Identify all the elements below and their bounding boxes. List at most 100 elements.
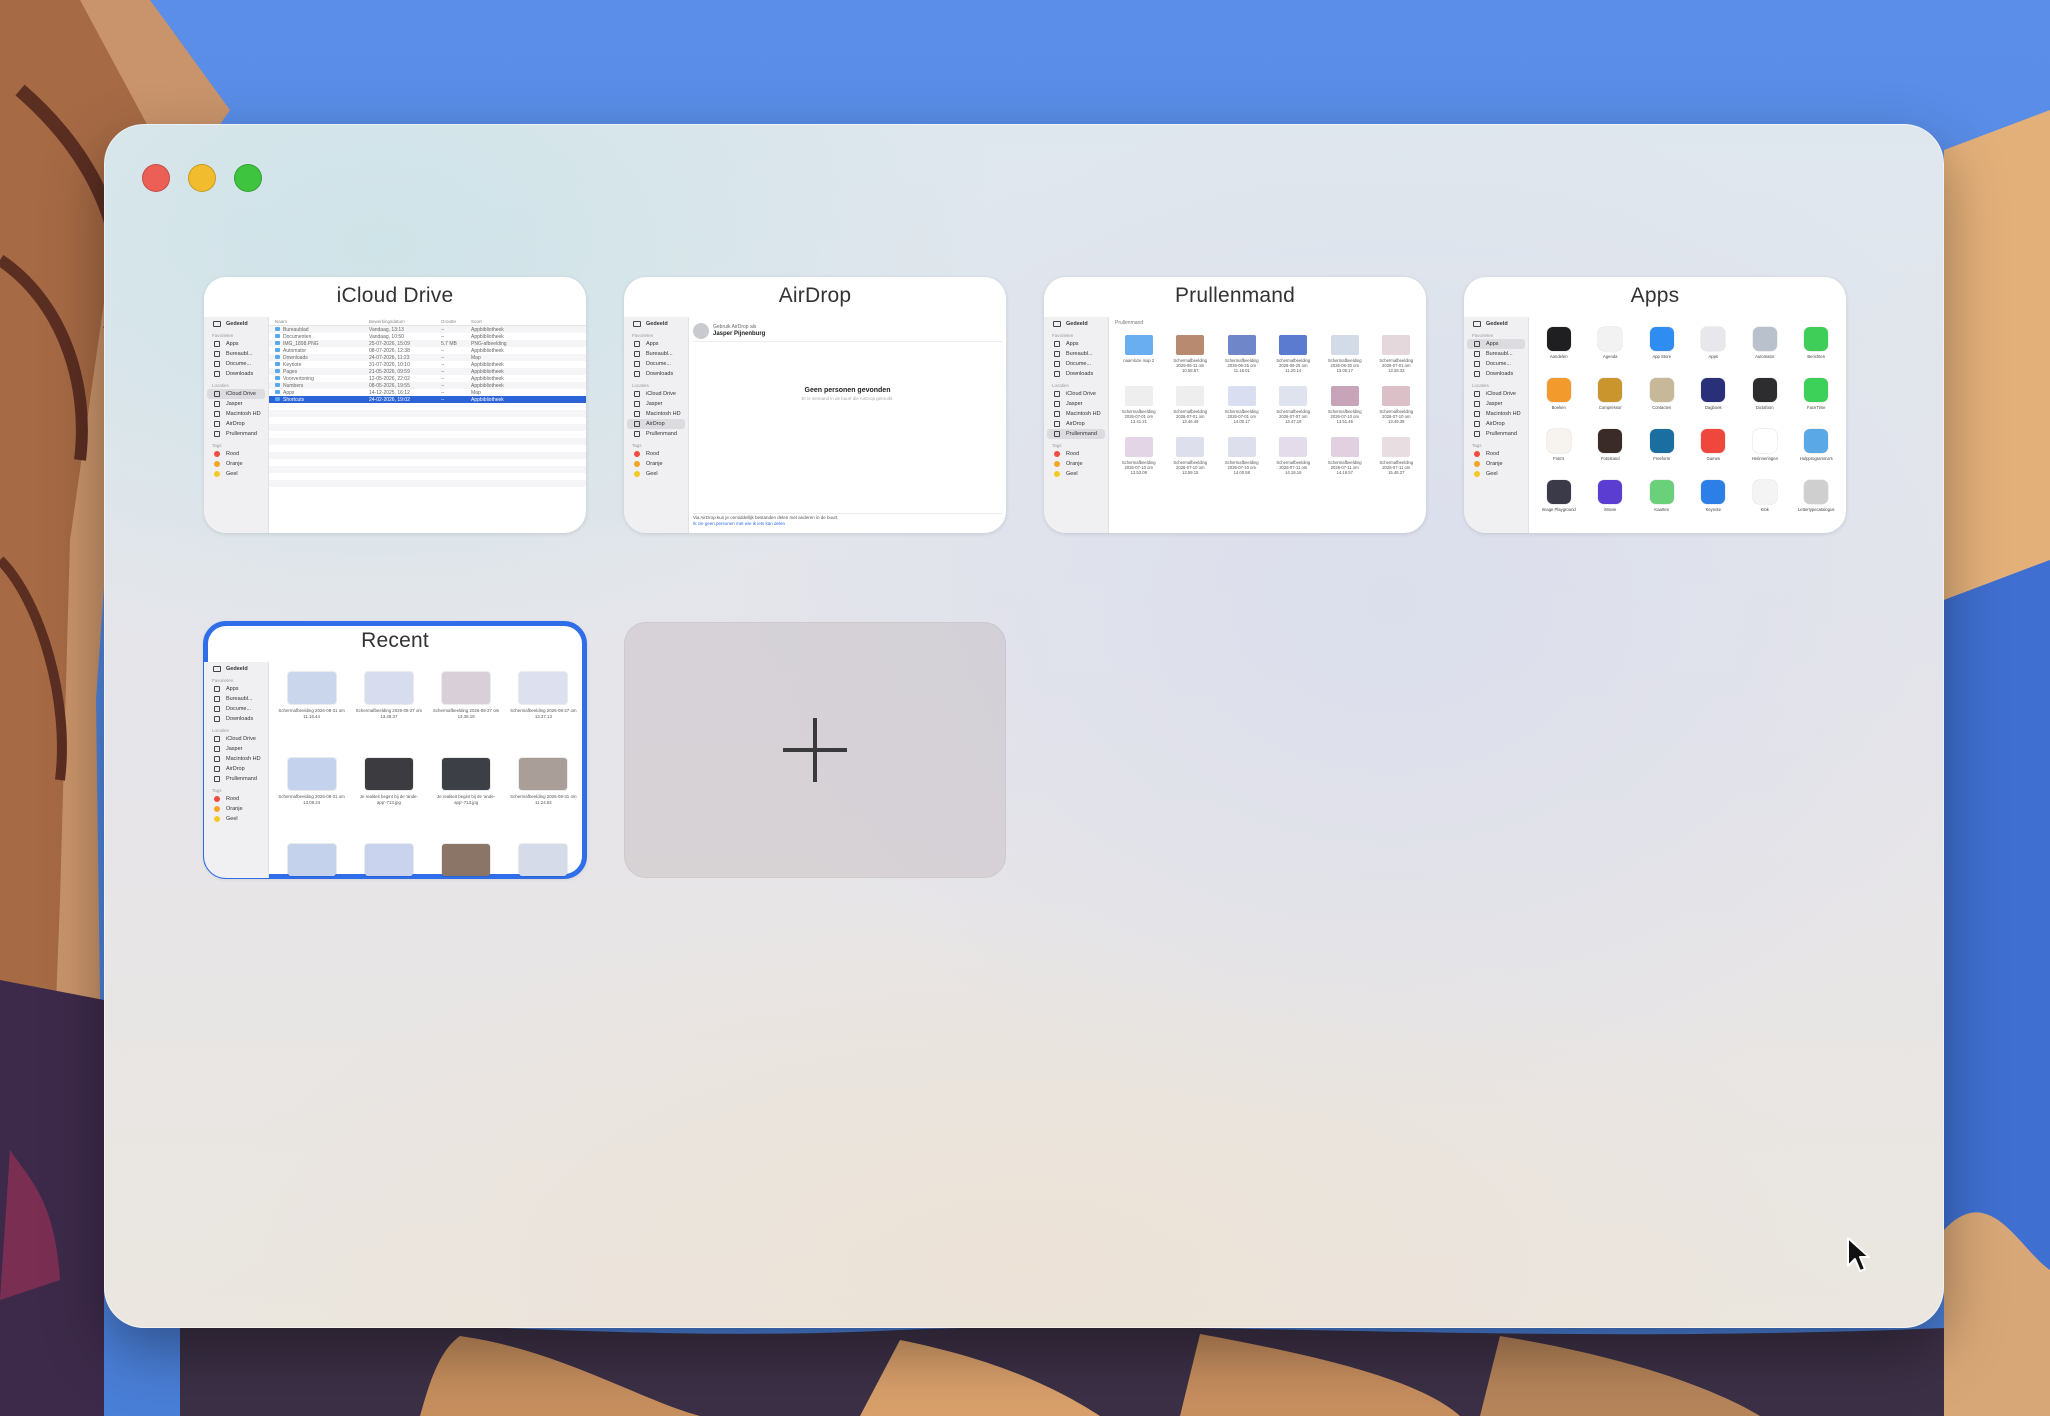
app-item[interactable]: Herinneringen	[1739, 425, 1791, 476]
sidebar-item[interactable]: Downloads	[1044, 369, 1108, 379]
tab-thumbnail-airdrop[interactable]: AirDrop Gedeeld Favorieten Apps Bureaubl...…	[624, 277, 1006, 533]
table-row[interactable]: Documenten Vandaag, 10:50 -- Appbibliotheek	[269, 333, 586, 340]
sidebar-tag[interactable]: Rood	[1464, 449, 1528, 459]
airdrop-help-link[interactable]: Ik zie geen personen met wie ik iets kan…	[693, 521, 785, 526]
close-button[interactable]	[142, 164, 170, 192]
table-row[interactable]: Keynote 31-07-2026, 10:10 -- Appbibliotheek	[269, 361, 586, 368]
file-item[interactable]	[273, 834, 350, 878]
file-item[interactable]: naamloze map 2	[1113, 329, 1165, 380]
app-item[interactable]: App Store	[1636, 323, 1688, 374]
sidebar-item[interactable]: Bureaubl...	[624, 349, 688, 359]
sidebar-tag[interactable]: Rood	[1044, 449, 1108, 459]
sidebar-item-gedeeld[interactable]: Gedeeld	[204, 664, 268, 674]
sidebar-item-gedeeld[interactable]: Gedeeld	[204, 319, 268, 329]
sidebar-item[interactable]: Bureaubl...	[204, 349, 268, 359]
sidebar-item[interactable]: Jasper	[204, 744, 268, 754]
sidebar-item[interactable]: AirDrop	[204, 764, 268, 774]
sidebar-item[interactable]: Prullenmand	[624, 429, 688, 439]
column-date[interactable]: Bewerkingsdatum	[369, 319, 441, 324]
app-item[interactable]: Agenda	[1585, 323, 1637, 374]
file-item[interactable]: Schermafbeelding 2026-08-31 om 13.08.24	[273, 748, 350, 834]
file-item[interactable]: Schermafbeelding 2026-06-25 om 11.18.01	[1216, 329, 1268, 380]
app-item[interactable]: Keynote	[1688, 476, 1740, 527]
sidebar-item[interactable]: iCloud Drive	[624, 389, 688, 399]
sidebar-item[interactable]: AirDrop	[204, 419, 268, 429]
sidebar-item[interactable]: Bureaubl...	[1464, 349, 1528, 359]
sidebar-item[interactable]: Prullenmand	[1047, 429, 1105, 439]
file-item[interactable]: Schermafbeelding 2026-07-11 om 15.46.27	[1371, 431, 1423, 482]
file-item[interactable]: Schermafbeelding 2026-06-25 om 11.20.14	[1268, 329, 1320, 380]
table-row[interactable]: Numbers 08-05-2026, 19:55 -- Appbibliotheek	[269, 382, 586, 389]
column-name[interactable]: Naam	[269, 319, 369, 324]
table-row[interactable]: Apps 14-12-2025, 16:12 -- Map	[269, 389, 586, 396]
app-item[interactable]: Aandelen	[1533, 323, 1585, 374]
app-item[interactable]: Automator	[1739, 323, 1791, 374]
sidebar-item-gedeeld[interactable]: Gedeeld	[1464, 319, 1528, 329]
file-item[interactable]: Schermafbeelding 2026-07-10 om 13.59.15	[1165, 431, 1217, 482]
sidebar-item[interactable]: Docume...	[624, 359, 688, 369]
file-item[interactable]: Schermafbeelding 2026-07-11 om 14.18.16	[1268, 431, 1320, 482]
table-row[interactable]: Voorvertoning 12-05-2026, 22:02 -- Appbibli…	[269, 375, 586, 382]
tab-thumbnail-recent[interactable]: Recent Gedeeld Favorieten Apps Bureaubl... D…	[203, 621, 587, 879]
sidebar-item[interactable]: Jasper	[204, 399, 268, 409]
column-kind[interactable]: Soort	[471, 319, 586, 324]
sidebar-tag[interactable]: Rood	[204, 794, 268, 804]
file-item[interactable]: Je realiteit begint bij de 'ande-app'-71…	[428, 748, 505, 834]
file-item[interactable]: Schermafbeelding 2026-07-01 om 13.28.33	[1371, 329, 1423, 380]
sidebar-item[interactable]: AirDrop	[1464, 419, 1528, 429]
sidebar-item[interactable]: Bureaubl...	[204, 694, 268, 704]
file-item[interactable]	[350, 834, 427, 878]
sidebar-item[interactable]: Prullenmand	[204, 429, 268, 439]
file-item[interactable]: Schermafbeelding 2026-07-01 om 13.46.49	[1165, 380, 1217, 431]
sidebar-item[interactable]: AirDrop	[627, 419, 685, 429]
tab-thumbnail-icloud-drive[interactable]: iCloud Drive Gedeeld Favorieten Apps Bureau…	[204, 277, 586, 533]
file-item[interactable]: Schermafbeelding 2026-07-10 om 13.49.38	[1371, 380, 1423, 431]
tab-thumbnail-apps[interactable]: Apps Gedeeld Favorieten Apps Bureaubl... Doc…	[1464, 277, 1846, 533]
file-item[interactable]: Schermafbeelding 2026-08-27 om 13.37.13	[505, 662, 582, 748]
table-row[interactable]: IMG_1898.PNG 25-07-2026, 15:09 5,7 MB PNG-a…	[269, 340, 586, 347]
sidebar-item[interactable]: Apps	[204, 684, 268, 694]
sidebar-item[interactable]: Docume...	[1464, 359, 1528, 369]
app-item[interactable]: Dagboek	[1688, 374, 1740, 425]
sidebar-item[interactable]: AirDrop	[1044, 419, 1108, 429]
sidebar-item[interactable]: Downloads	[204, 369, 268, 379]
app-item[interactable]: Games	[1688, 425, 1740, 476]
file-item[interactable]: Schermafbeelding 2026-08-27 om 13.38.18	[428, 662, 505, 748]
sidebar-item[interactable]: iCloud Drive	[204, 734, 268, 744]
sidebar-tag[interactable]: Oranje	[204, 459, 268, 469]
app-item[interactable]: Berichten	[1791, 323, 1843, 374]
sidebar-item[interactable]: Prullenmand	[204, 774, 268, 784]
app-item[interactable]: Dictafoon	[1739, 374, 1791, 425]
file-item[interactable]: Schermafbeelding 2026-07-11 om 14.19.57	[1319, 431, 1371, 482]
minimize-button[interactable]	[188, 164, 216, 192]
app-item[interactable]: Kaarten	[1636, 476, 1688, 527]
file-item[interactable]: Schermafbeelding 2026-06-30 om 13.00.17	[1319, 329, 1371, 380]
file-item[interactable]: Schermafbeelding 2026-07-10 om 13.51.45	[1319, 380, 1371, 431]
sidebar-tag[interactable]: Geel	[1044, 469, 1108, 479]
sidebar-item[interactable]: Macintosh HD	[204, 409, 268, 419]
sidebar-item[interactable]: Apps	[204, 339, 268, 349]
table-row[interactable]: Automator 08-07-2026, 12:38 -- Appbibliothe…	[269, 347, 586, 354]
sidebar-item[interactable]: Bureaubl...	[1044, 349, 1108, 359]
sidebar-item[interactable]: Jasper	[1044, 399, 1108, 409]
file-item[interactable]: Schermafbeelding 2026-07-10 om 14.00.58	[1216, 431, 1268, 482]
sidebar-item[interactable]: Macintosh HD	[1044, 409, 1108, 419]
sidebar-item[interactable]: Apps	[1044, 339, 1108, 349]
sidebar-item[interactable]: Docume...	[204, 359, 268, 369]
zoom-button[interactable]	[234, 164, 262, 192]
app-item[interactable]: iMovie	[1585, 476, 1637, 527]
sidebar-item[interactable]: Jasper	[1464, 399, 1528, 409]
app-item[interactable]: Lettertypecatalogus	[1791, 476, 1843, 527]
file-item[interactable]	[428, 834, 505, 878]
app-item[interactable]: Image Playground	[1533, 476, 1585, 527]
sidebar-item[interactable]: Downloads	[204, 714, 268, 724]
sidebar-item[interactable]: Macintosh HD	[1464, 409, 1528, 419]
table-row[interactable]: Shortcuts 24-02-2026, 19:02 -- Appbibliothe…	[269, 396, 586, 403]
sidebar-tag[interactable]: Oranje	[624, 459, 688, 469]
sidebar-item[interactable]: Macintosh HD	[204, 754, 268, 764]
file-item[interactable]: Je realiteit begint bij de 'ande-app'-71…	[350, 748, 427, 834]
sidebar-tag[interactable]: Geel	[1464, 469, 1528, 479]
sidebar-item[interactable]: Downloads	[1464, 369, 1528, 379]
new-tab-button[interactable]	[624, 622, 1006, 878]
sidebar-item[interactable]: iCloud Drive	[1044, 389, 1108, 399]
